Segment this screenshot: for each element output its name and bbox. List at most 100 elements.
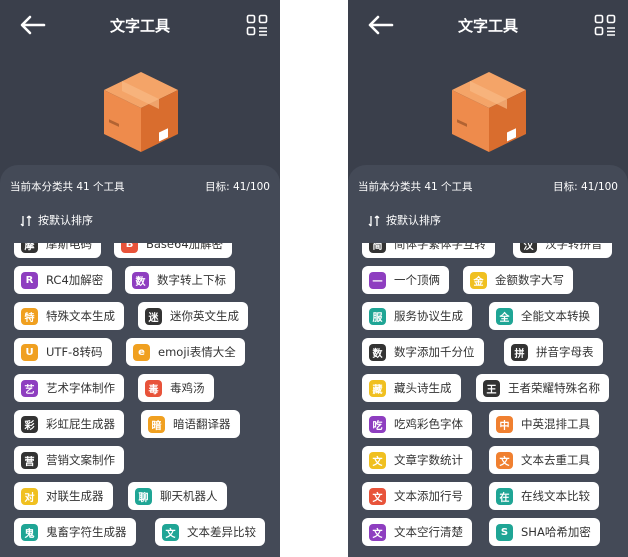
tool-list-sheet: 当前本分类共 41 个工具 目标: 41/100 按默认排序 简简体字繁体字互转… <box>348 165 628 557</box>
tool-chip[interactable]: 文文本添加行号 <box>362 482 472 510</box>
tool-chip[interactable]: 文文本空行清楚 <box>362 518 472 546</box>
target-progress: 目标: 41/100 <box>553 181 618 193</box>
box-logo-icon <box>104 72 178 152</box>
tool-label: RC4加解密 <box>46 273 104 287</box>
tool-chip[interactable]: 聊聊天机器人 <box>128 482 227 510</box>
tool-list: 简简体字繁体字互转 汉汉字转拼音 一一个顶俩 金金额数字大写 服服务协议生成 全… <box>348 243 628 557</box>
tool-chip[interactable]: 数数字转上下标 <box>125 266 235 294</box>
tool-chip[interactable]: B Base64加解密 <box>114 243 233 258</box>
tool-label: 文本去重工具 <box>521 453 590 467</box>
tool-screen-left: 文字工具 当前本分类共 41 个工具 目标: 41/100 按默认排序 摩 摩斯… <box>0 0 280 557</box>
tool-icon: 文 <box>162 523 179 541</box>
tool-icon: 鬼 <box>21 523 38 541</box>
tool-label: 汉字转拼音 <box>545 243 603 251</box>
tool-chip[interactable]: 毒毒鸡汤 <box>138 374 214 402</box>
tool-icon: 文 <box>369 451 386 469</box>
tool-chip[interactable]: U UTF-8转码 <box>14 338 112 366</box>
tool-chip[interactable]: 文文章字数统计 <box>362 446 472 474</box>
tool-label: 艺术字体制作 <box>46 381 115 395</box>
tool-label: 彩虹屁生成器 <box>46 417 115 431</box>
tool-icon: 摩 <box>21 243 38 253</box>
tool-icon: S <box>496 523 513 541</box>
tool-icon: 吃 <box>369 415 386 433</box>
tool-label: 服务协议生成 <box>394 309 463 323</box>
tool-chip[interactable]: 藏藏头诗生成 <box>362 374 461 402</box>
tool-label: 文章字数统计 <box>394 453 463 467</box>
tool-chip[interactable]: 金金额数字大写 <box>463 266 573 294</box>
tool-list-sheet: 当前本分类共 41 个工具 目标: 41/100 按默认排序 摩摩斯电码 B Ba… <box>0 165 280 557</box>
tool-chip[interactable]: 对对联生成器 <box>14 482 113 510</box>
tool-chip[interactable]: R RC4加解密 <box>14 266 113 294</box>
tool-chip[interactable]: 特特殊文本生成 <box>14 302 124 330</box>
tool-chip[interactable]: 拼拼音字母表 <box>504 338 603 366</box>
tool-label: SHA哈希加密 <box>521 525 591 539</box>
top-bar: 文字工具 <box>0 0 280 52</box>
sort-button[interactable]: 按默认排序 <box>368 212 441 228</box>
tool-label: 在线文本比较 <box>521 489 590 503</box>
tool-chip[interactable]: 汉汉字转拼音 <box>513 243 612 258</box>
tool-icon: 暗 <box>148 415 165 433</box>
category-count: 当前本分类共 41 个工具 <box>10 181 125 193</box>
tool-icon: U <box>21 343 38 361</box>
tool-label: 特殊文本生成 <box>46 309 115 323</box>
tool-icon: R <box>21 271 38 289</box>
top-bar: 文字工具 <box>348 0 628 52</box>
tool-chip[interactable]: 简简体字繁体字互转 <box>362 243 495 258</box>
tool-chip[interactable]: 摩摩斯电码 <box>14 243 101 258</box>
tool-chip[interactable]: 迷迷你英文生成 <box>138 302 248 330</box>
tool-chip[interactable]: 数数字添加千分位 <box>362 338 484 366</box>
category-count: 当前本分类共 41 个工具 <box>358 181 473 193</box>
tool-icon: 文 <box>369 487 386 505</box>
tool-chip[interactable]: 文文本去重工具 <box>489 446 599 474</box>
tool-label: 暗语翻译器 <box>173 417 231 431</box>
tool-icon: 一 <box>369 271 386 289</box>
tool-label: 全能文本转换 <box>521 309 590 323</box>
grid-menu-icon[interactable] <box>246 14 268 36</box>
tool-icon: 王 <box>483 379 500 397</box>
tool-chip[interactable]: 一一个顶俩 <box>362 266 449 294</box>
grid-menu-icon[interactable] <box>594 14 616 36</box>
tool-label: 拼音字母表 <box>536 345 594 359</box>
tool-chip[interactable]: 吃吃鸡彩色字体 <box>362 410 472 438</box>
tool-icon: 特 <box>21 307 38 325</box>
tool-label: 金额数字大写 <box>495 273 564 287</box>
sort-label: 按默认排序 <box>38 214 93 227</box>
tool-label: 数字添加千分位 <box>394 345 475 359</box>
sort-icon <box>20 215 32 227</box>
tool-chip[interactable]: 营营销文案制作 <box>14 446 124 474</box>
tool-list: 摩摩斯电码 B Base64加解密 R RC4加解密 数数字转上下标 特特殊文本生成… <box>0 243 280 557</box>
tool-chip[interactable]: 艺艺术字体制作 <box>14 374 124 402</box>
tool-chip[interactable]: 中中英混排工具 <box>489 410 599 438</box>
tool-icon: 简 <box>369 243 386 253</box>
tool-chip[interactable]: 全全能文本转换 <box>489 302 599 330</box>
category-info: 当前本分类共 41 个工具 目标: 41/100 <box>358 179 618 195</box>
tool-chip[interactable]: 在在线文本比较 <box>489 482 599 510</box>
tool-chip[interactable]: 彩彩虹屁生成器 <box>14 410 124 438</box>
tool-label: emoji表情大全 <box>158 345 236 359</box>
tool-icon: B <box>121 243 138 253</box>
tool-chip[interactable]: S SHA哈希加密 <box>489 518 600 546</box>
tool-chip[interactable]: 暗暗语翻译器 <box>141 410 240 438</box>
tool-chip[interactable]: e emoji表情大全 <box>126 338 245 366</box>
target-progress: 目标: 41/100 <box>205 181 270 193</box>
tool-label: 一个顶俩 <box>394 273 440 287</box>
page-title: 文字工具 <box>109 17 170 35</box>
tool-icon: 中 <box>496 415 513 433</box>
tool-label: 毒鸡汤 <box>170 381 205 395</box>
tool-chip[interactable]: 王王者荣耀特殊名称 <box>476 374 609 402</box>
tool-label: 中英混排工具 <box>521 417 590 431</box>
tool-label: 聊天机器人 <box>160 489 218 503</box>
tool-chip[interactable]: 服服务协议生成 <box>362 302 472 330</box>
tool-icon: 汉 <box>520 243 537 253</box>
tool-label: 摩斯电码 <box>46 243 92 251</box>
tool-label: 王者荣耀特殊名称 <box>508 381 600 395</box>
tool-icon: 彩 <box>21 415 38 433</box>
tool-icon: e <box>133 343 150 361</box>
sort-button[interactable]: 按默认排序 <box>20 212 93 228</box>
tool-label: 鬼畜字符生成器 <box>46 525 127 539</box>
tool-chip[interactable]: 鬼鬼畜字符生成器 <box>14 518 136 546</box>
tool-icon: 藏 <box>369 379 386 397</box>
tool-chip[interactable]: 文文本差异比较 <box>155 518 265 546</box>
tool-label: 简体字繁体字互转 <box>394 243 486 251</box>
sort-icon <box>368 215 380 227</box>
